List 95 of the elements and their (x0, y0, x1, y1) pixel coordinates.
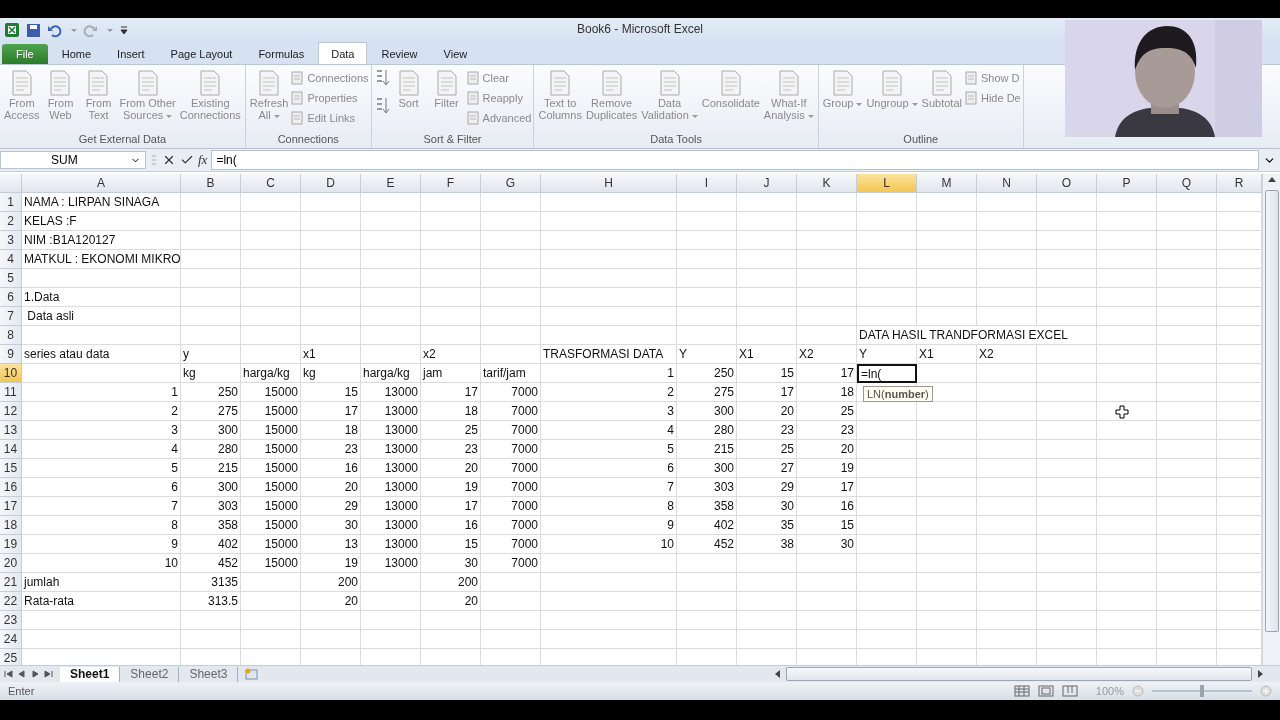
ribbon-tab[interactable]: Review (369, 44, 430, 64)
undo-icon[interactable] (47, 22, 62, 38)
group-label: Connections (276, 133, 340, 147)
app-icon[interactable] (4, 22, 20, 38)
formula-input[interactable]: =ln( (211, 150, 1259, 170)
column-header[interactable]: P (1097, 174, 1157, 193)
cancel-icon[interactable] (162, 153, 176, 167)
row-header[interactable]: 23 (0, 611, 22, 630)
row-header[interactable]: 20 (0, 554, 22, 573)
customize-icon[interactable] (119, 24, 129, 36)
row-header[interactable]: 8 (0, 326, 22, 345)
row-header[interactable]: 9 (0, 345, 22, 364)
group-label: Data Tools (649, 133, 704, 147)
row-header[interactable]: 16 (0, 478, 22, 497)
document-icon (290, 110, 305, 125)
sheet-tab[interactable]: Sheet1 (60, 666, 121, 682)
row-header[interactable]: 13 (0, 421, 22, 440)
row-header[interactable]: 12 (0, 402, 22, 421)
function-tooltip: LN(number) (863, 386, 933, 402)
window-title: Book6 - Microsoft Excel (576, 22, 703, 36)
enter-icon[interactable] (180, 153, 194, 167)
document-icon (963, 70, 978, 85)
save-icon[interactable] (26, 22, 41, 38)
document-icon (963, 90, 978, 105)
row-header[interactable]: 2 (0, 212, 22, 231)
sheet-tab[interactable]: Sheet3 (179, 666, 239, 682)
column-header[interactable]: M (917, 174, 977, 193)
document-icon (465, 90, 480, 105)
column-header[interactable]: A (22, 174, 181, 193)
row-header[interactable]: 4 (0, 250, 22, 269)
name-box[interactable]: SUM (0, 151, 146, 169)
normal-view-icon[interactable] (1013, 685, 1030, 697)
ribbon-tab[interactable]: File (2, 44, 48, 64)
document-icon (290, 90, 305, 105)
row-header[interactable]: 17 (0, 497, 22, 516)
document-icon (290, 70, 305, 85)
column-header[interactable]: G (481, 174, 541, 193)
status-text: Enter (8, 685, 35, 697)
ribbon-tab[interactable]: Home (49, 44, 104, 64)
group-label: Outline (902, 133, 940, 147)
scroll-thumb[interactable] (1264, 190, 1279, 632)
grip-icon (150, 152, 158, 168)
row-header[interactable]: 24 (0, 630, 22, 649)
caret-icon[interactable] (107, 28, 113, 32)
row-header[interactable]: 11 (0, 383, 22, 402)
row-header[interactable]: 1 (0, 193, 22, 212)
slider-thumb[interactable] (1200, 685, 1204, 697)
column-header[interactable]: O (1037, 174, 1097, 193)
redo-icon[interactable] (83, 22, 98, 38)
group-label: Get External Data (77, 133, 168, 147)
row-header[interactable]: 21 (0, 573, 22, 592)
document-icon (465, 110, 480, 125)
row-header[interactable]: 14 (0, 440, 22, 459)
cursor-icon (1115, 405, 1129, 419)
horizontal-scrollbar[interactable] (786, 667, 1252, 681)
column-header[interactable]: L (857, 174, 917, 193)
column-header[interactable]: J (737, 174, 797, 193)
row-header[interactable]: 18 (0, 516, 22, 535)
sheet-tab[interactable]: Sheet2 (120, 666, 180, 682)
ribbon-tab[interactable]: View (431, 44, 480, 64)
column-header[interactable]: F (421, 174, 481, 193)
scroll-right-icon[interactable] (1256, 669, 1264, 679)
row-header[interactable]: 3 (0, 231, 22, 250)
row-header[interactable]: 25 (0, 649, 22, 665)
page-layout-icon[interactable] (1037, 685, 1054, 697)
column-header[interactable]: R (1217, 174, 1262, 193)
column-header[interactable]: D (301, 174, 361, 193)
column-header[interactable]: B (181, 174, 241, 193)
group-label: Sort & Filter (422, 133, 483, 147)
row-header[interactable]: 19 (0, 535, 22, 554)
vertical-scrollbar[interactable] (1262, 174, 1280, 665)
scroll-left-icon[interactable] (774, 669, 782, 679)
page-break-icon[interactable] (1061, 685, 1078, 697)
document-icon (465, 70, 480, 85)
row-header[interactable]: 6 (0, 288, 22, 307)
ribbon-tab[interactable]: Page Layout (158, 44, 245, 64)
row-header[interactable]: 5 (0, 269, 22, 288)
row-header[interactable]: 10 (0, 364, 22, 383)
row-header[interactable]: 22 (0, 592, 22, 611)
ribbon-tab[interactable]: Data (318, 42, 368, 64)
column-header[interactable]: E (361, 174, 421, 193)
ribbon-tab[interactable]: Formulas (246, 44, 317, 64)
column-header[interactable]: C (241, 174, 301, 193)
scroll-up-icon[interactable] (1267, 176, 1276, 182)
row-header[interactable]: 7 (0, 307, 22, 326)
column-header[interactable]: H (541, 174, 677, 193)
column-header[interactable]: N (977, 174, 1037, 193)
column-header[interactable]: K (797, 174, 857, 193)
row-header[interactable]: 15 (0, 459, 22, 478)
column-header[interactable]: I (677, 174, 737, 193)
column-header[interactable]: Q (1157, 174, 1217, 193)
caret-icon[interactable] (71, 28, 77, 32)
insert-function-button[interactable]: fx (198, 152, 208, 168)
zoom-in-icon[interactable] (1260, 685, 1272, 697)
ribbon-tab[interactable]: Insert (105, 44, 157, 64)
